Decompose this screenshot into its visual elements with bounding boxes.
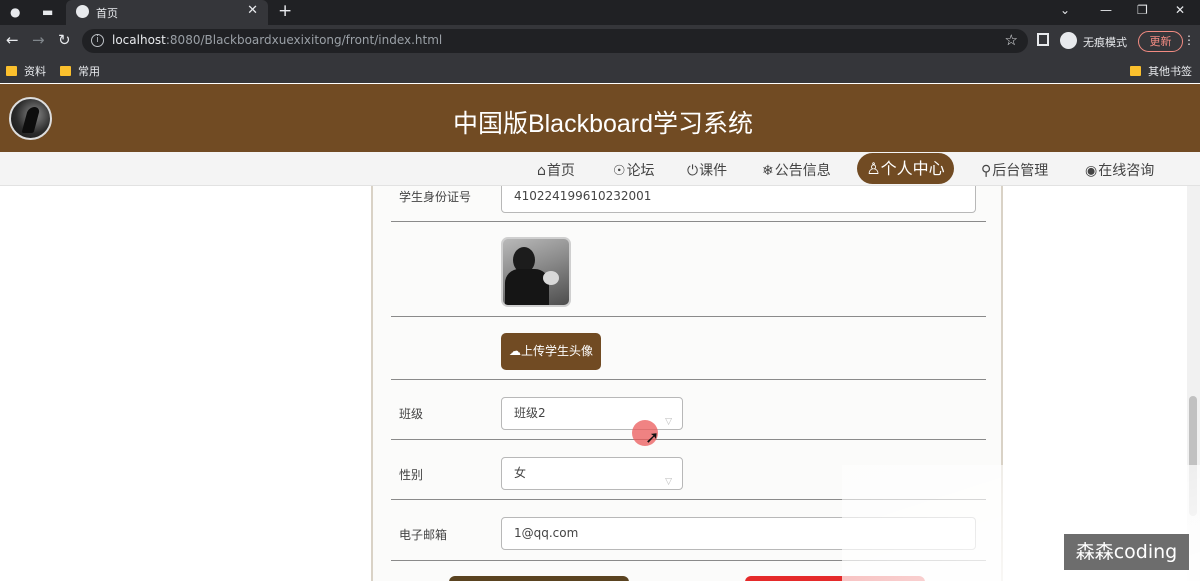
nav-profile[interactable]: ♙个人中心 bbox=[857, 153, 954, 184]
divider bbox=[391, 379, 986, 380]
watermark: 森森coding bbox=[1064, 534, 1189, 570]
site-nav: ⌂首页 ☉论坛 ⏻课件 ❄公告信息 ♙个人中心 ⚲后台管理 ◉在线咨询 bbox=[0, 152, 1200, 186]
browser-globe-icon[interactable]: ● bbox=[10, 5, 20, 19]
other-bookmarks[interactable]: 其他书签 bbox=[1130, 63, 1192, 79]
address-bar[interactable]: i localhost:8080/Blackboardxuexixitong/f… bbox=[82, 29, 1028, 53]
minimize-icon[interactable]: — bbox=[1100, 3, 1112, 17]
site-title: 中国版Blackboard学习系统 bbox=[452, 110, 754, 138]
nav-admin-label: 后台管理 bbox=[992, 163, 1049, 179]
incognito-label[interactable]: 无痕模式 bbox=[1083, 34, 1127, 50]
site-header: 中国版Blackboard学习系统 bbox=[0, 84, 1200, 152]
email-label: 电子邮箱 bbox=[399, 528, 448, 542]
bookmarks-bar: 资料 常用 其他书签 bbox=[0, 57, 1200, 83]
nav-notice[interactable]: ❄公告信息 bbox=[762, 160, 831, 180]
nav-home[interactable]: ⌂首页 bbox=[537, 160, 575, 180]
bookmark-label: 资料 bbox=[24, 65, 46, 78]
site-info-icon[interactable]: i bbox=[91, 34, 104, 47]
class-select-value: 班级2 bbox=[514, 406, 546, 420]
id-label: 学生身份证号 bbox=[399, 190, 472, 204]
url-path: :8080/Blackboardxuexixitong/front/index.… bbox=[165, 33, 443, 47]
nav-consult-label: 在线咨询 bbox=[1098, 163, 1155, 179]
close-tab-icon[interactable]: ✕ bbox=[247, 3, 258, 18]
nav-course-label: 课件 bbox=[699, 163, 728, 179]
chevron-down-icon: ▽ bbox=[665, 477, 672, 487]
tab-title: 首页 bbox=[96, 7, 118, 20]
tab-list-chevron-icon[interactable]: ⌄ bbox=[1060, 3, 1070, 17]
avatar-body bbox=[505, 269, 549, 305]
gender-label: 性别 bbox=[399, 468, 424, 482]
user-icon: ♙ bbox=[866, 159, 881, 178]
cloud-upload-icon: ☁ bbox=[508, 344, 521, 358]
nav-home-label: 首页 bbox=[546, 163, 575, 179]
nav-forum-label: 论坛 bbox=[626, 163, 655, 179]
mouse-cursor-icon: ➚ bbox=[645, 428, 660, 448]
link-icon: ⚲ bbox=[981, 163, 992, 179]
id-field[interactable]: 410224199610232001 bbox=[501, 186, 976, 213]
snowflake-icon: ❄ bbox=[762, 163, 774, 179]
side-panel-icon[interactable] bbox=[1037, 33, 1049, 46]
avatar-hand bbox=[543, 271, 559, 285]
url-text[interactable]: localhost:8080/Blackboardxuexixitong/fro… bbox=[112, 33, 442, 47]
forward-icon[interactable]: → bbox=[32, 31, 45, 49]
nav-consult[interactable]: ◉在线咨询 bbox=[1085, 160, 1154, 180]
update-button[interactable]: 更新 bbox=[1138, 31, 1183, 52]
divider bbox=[391, 221, 986, 222]
gender-select-value: 女 bbox=[514, 466, 527, 480]
home-icon: ⌂ bbox=[537, 163, 546, 179]
bookmark-item[interactable]: 常用 bbox=[60, 63, 100, 79]
tab-favicon-icon bbox=[76, 5, 89, 18]
reload-icon[interactable]: ↻ bbox=[58, 31, 71, 49]
new-tab-icon[interactable]: + bbox=[278, 1, 292, 21]
nav-notice-label: 公告信息 bbox=[774, 163, 831, 179]
incognito-icon[interactable] bbox=[1060, 32, 1077, 49]
folder-icon bbox=[60, 66, 71, 76]
power-icon: ⏻ bbox=[687, 163, 699, 179]
url-host: localhost bbox=[112, 33, 166, 47]
folder-icon bbox=[6, 66, 17, 76]
folder-icon bbox=[1130, 66, 1141, 76]
upload-avatar-button[interactable]: ☁上传学生头像 bbox=[501, 333, 601, 370]
back-icon[interactable]: ← bbox=[6, 31, 19, 49]
browser-tab-strip: ● ▬ 首页 ✕ + ⌄ — ❐ ✕ bbox=[0, 0, 1200, 25]
bookmark-star-icon[interactable]: ☆ bbox=[1005, 31, 1018, 49]
chat-icon: ◉ bbox=[1085, 163, 1098, 179]
bookmark-label: 常用 bbox=[78, 65, 100, 78]
chevron-down-icon: ▽ bbox=[665, 417, 672, 427]
divider bbox=[391, 316, 986, 317]
upload-avatar-label: 上传学生头像 bbox=[520, 344, 593, 358]
browser-tab[interactable]: 首页 ✕ bbox=[66, 0, 268, 25]
bookmark-item[interactable]: 资料 bbox=[6, 63, 46, 79]
close-window-icon[interactable]: ✕ bbox=[1175, 3, 1185, 17]
nav-course[interactable]: ⏻课件 bbox=[687, 160, 727, 180]
forum-icon: ☉ bbox=[613, 163, 626, 179]
restore-icon[interactable]: ❐ bbox=[1137, 3, 1148, 17]
submit-button[interactable] bbox=[449, 576, 629, 581]
browser-toolbar: ← → ↻ i localhost:8080/Blackboardxuexixi… bbox=[0, 25, 1200, 57]
tab-search-icon[interactable]: ▬ bbox=[42, 5, 53, 19]
nav-admin[interactable]: ⚲后台管理 bbox=[981, 160, 1048, 180]
gender-select[interactable]: 女 ▽ bbox=[501, 457, 683, 490]
student-avatar bbox=[501, 237, 571, 307]
nav-forum[interactable]: ☉论坛 bbox=[613, 160, 655, 180]
nav-profile-label: 个人中心 bbox=[880, 159, 945, 178]
divider bbox=[391, 439, 986, 440]
other-bookmarks-label: 其他书签 bbox=[1148, 65, 1192, 78]
class-label: 班级 bbox=[399, 407, 424, 421]
more-menu-icon[interactable]: ⋮ bbox=[1183, 33, 1195, 47]
